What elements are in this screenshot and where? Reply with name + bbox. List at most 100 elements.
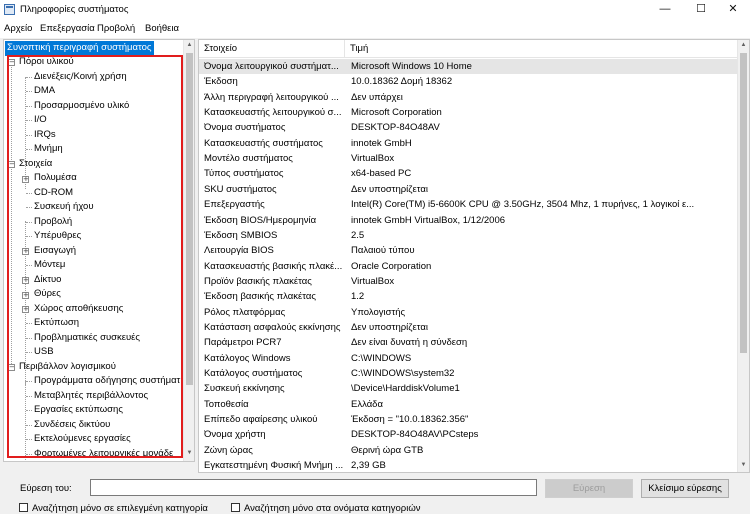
- tree-item-software-environment[interactable]: Περιβάλλον λογισμικού: [19, 360, 116, 375]
- expand-icon[interactable]: +: [22, 176, 29, 183]
- minimize-button[interactable]: —: [648, 0, 682, 20]
- tree-item-hardware-resources[interactable]: Πόροι υλικού: [19, 55, 74, 70]
- table-row[interactable]: Κατάλογος Windows C:\WINDOWS: [199, 351, 739, 366]
- column-header-item[interactable]: Στοιχείο: [199, 40, 345, 57]
- tree-item-components[interactable]: Στοιχεία: [19, 157, 52, 172]
- tree-scrollbar[interactable]: ▲ ▼: [183, 40, 194, 461]
- table-row[interactable]: SKU συστήματος Δεν υποστηρίζεται: [199, 182, 739, 197]
- table-row[interactable]: Τοποθεσία Ελλάδα: [199, 397, 739, 412]
- tree-item-io[interactable]: I/O: [34, 113, 47, 128]
- tree-item-running-tasks[interactable]: Εκτελούμενες εργασίες: [34, 432, 131, 447]
- table-row[interactable]: Κατασκευαστής συστήματος innotek GmbH: [199, 136, 739, 151]
- table-row[interactable]: Κατασκευαστής βασικής πλακέ... Oracle Cor…: [199, 259, 739, 274]
- table-row[interactable]: Έκδοση SMBIOS 2.5: [199, 228, 739, 243]
- tree-item-loaded-modules[interactable]: Φορτωμένες λειτουργικές μονάδε: [34, 447, 173, 461]
- tree-item-input[interactable]: Εισαγωγή: [34, 244, 76, 259]
- tree-item-infrared[interactable]: Υπέρυθρες: [34, 229, 81, 244]
- expand-icon[interactable]: +: [22, 248, 29, 255]
- find-button[interactable]: Εύρεση: [545, 479, 633, 498]
- expand-icon[interactable]: +: [22, 306, 29, 313]
- menu-file[interactable]: Αρχείο: [4, 23, 32, 34]
- table-cell-item: Όνομα χρήστη: [204, 429, 266, 441]
- table-row[interactable]: Κατάλογος συστήματος C:\WINDOWS\system32: [199, 366, 739, 381]
- checkbox-icon[interactable]: [19, 503, 28, 512]
- tree-item-ports[interactable]: Θύρες: [34, 287, 61, 302]
- table-row[interactable]: Παράμετροι PCR7 Δεν είναι δυνατή η σύνδεσ…: [199, 335, 739, 350]
- table-row[interactable]: Εγκατεστημένη Φυσική Μνήμη ... 2,39 GB: [199, 458, 739, 472]
- collapse-icon[interactable]: −: [8, 364, 15, 371]
- tree-item-forced-hardware[interactable]: Προσαρμοσμένο υλικό: [34, 99, 129, 114]
- table-row[interactable]: Έκδοση βασικής πλακέτας 1.2: [199, 289, 739, 304]
- scrollbar-thumb[interactable]: [740, 53, 747, 353]
- table-cell-item: Τύπος συστήματος: [204, 168, 284, 180]
- checkbox-icon[interactable]: [231, 503, 240, 512]
- details-scrollbar[interactable]: ▲ ▼: [737, 40, 749, 472]
- table-row[interactable]: Λειτουργία BIOS Παλαιού τύπου: [199, 243, 739, 258]
- table-row[interactable]: Επίπεδο αφαίρεσης υλικού Έκδοση = "10.0.1…: [199, 412, 739, 427]
- table-row[interactable]: Ζώνη ώρας Θερινή ώρα GTB: [199, 443, 739, 458]
- tree-item-sound-device[interactable]: Συσκευή ήχου: [34, 200, 94, 215]
- tree-item-dma[interactable]: DMA: [34, 84, 55, 99]
- menu-help[interactable]: Βοήθεια: [145, 23, 179, 34]
- search-selected-category-checkbox[interactable]: Αναζήτηση μόνο σε επιλεγμένη κατηγορία: [19, 503, 208, 514]
- table-row[interactable]: Συσκευή εκκίνησης \Device\HarddiskVolume1: [199, 381, 739, 396]
- table-row[interactable]: Έκδοση BIOS/Ημερομηνία innotek GmbH Virtu…: [199, 213, 739, 228]
- tree-item-system-summary[interactable]: Συνοπτική περιγραφή συστήματος: [5, 41, 154, 56]
- table-cell-item: Κατάσταση ασφαλούς εκκίνησης: [204, 321, 341, 333]
- tree-item-memory[interactable]: Μνήμη: [34, 142, 63, 157]
- close-find-button[interactable]: Κλείσιμο εύρεσης: [641, 479, 729, 498]
- table-cell-value: \Device\HarddiskVolume1: [351, 383, 460, 395]
- find-input[interactable]: [90, 479, 537, 496]
- table-row[interactable]: Ρόλος πλατφόρμας Υπολογιστής: [199, 305, 739, 320]
- menu-view[interactable]: Προβολή: [97, 23, 135, 34]
- close-button[interactable]: ✕: [716, 0, 750, 20]
- table-row[interactable]: Όνομα συστήματος DESKTOP-84O48AV: [199, 120, 739, 135]
- scroll-down-arrow-icon[interactable]: ▼: [738, 460, 749, 471]
- table-cell-value: 1.2: [351, 291, 365, 303]
- table-row[interactable]: Κατάσταση ασφαλούς εκκίνησης Δεν υποστηρί…: [199, 320, 739, 335]
- category-tree[interactable]: Συνοπτική περιγραφή συστήματος − Πόροι υ…: [3, 39, 195, 462]
- table-cell-item: Κατασκευαστής βασικής πλακέ...: [204, 260, 343, 272]
- collapse-icon[interactable]: −: [8, 161, 15, 168]
- expand-icon[interactable]: +: [22, 292, 29, 299]
- table-row[interactable]: Έκδοση 10.0.18362 Δομή 18362: [199, 74, 739, 89]
- table-row[interactable]: Προϊόν βασικής πλακέτας VirtualBox: [199, 274, 739, 289]
- tree-item-network[interactable]: Δίκτυο: [34, 273, 61, 288]
- tree-item-print-jobs[interactable]: Εργασίες εκτύπωσης: [34, 403, 123, 418]
- table-cell-value: DESKTOP-84O48AV: [351, 122, 440, 134]
- scroll-up-arrow-icon[interactable]: ▲: [184, 40, 194, 51]
- search-category-names-checkbox[interactable]: Αναζήτηση μόνο στα ονόματα κατηγοριών: [231, 503, 420, 514]
- tree-item-conflicts[interactable]: Διενέξεις/Κοινή χρήση: [34, 70, 127, 85]
- tree-item-printing[interactable]: Εκτύπωση: [34, 316, 79, 331]
- tree-item-usb[interactable]: USB: [34, 345, 54, 360]
- tree-item-modem[interactable]: Μόντεμ: [34, 258, 65, 273]
- tree-item-storage[interactable]: Χώρος αποθήκευσης: [34, 302, 123, 317]
- table-cell-value: 2.5: [351, 229, 365, 241]
- scroll-up-arrow-icon[interactable]: ▲: [738, 40, 749, 51]
- table-row[interactable]: Άλλη περιγραφή λειτουργικού ... Δεν υπάρχ…: [199, 90, 739, 105]
- tree-item-environment-variables[interactable]: Μεταβλητές περιβάλλοντος: [34, 389, 148, 404]
- tree-item-network-connections[interactable]: Συνδέσεις δικτύου: [34, 418, 110, 433]
- details-table[interactable]: Στοιχείο Τιμή Όνομα λειτουργικού συστήμα…: [198, 39, 750, 473]
- table-row[interactable]: Επεξεργαστής Intel(R) Core(TM) i5-6600K C…: [199, 197, 739, 212]
- tree-item-problem-devices[interactable]: Προβληματικές συσκευές: [34, 331, 140, 346]
- scrollbar-thumb[interactable]: [186, 53, 193, 385]
- tree-item-display[interactable]: Προβολή: [34, 215, 72, 230]
- table-row[interactable]: Όνομα λειτουργικού συστήματ... Microsoft …: [199, 59, 739, 75]
- table-cell-item: Λειτουργία BIOS: [204, 245, 274, 257]
- maximize-button[interactable]: ☐: [684, 0, 718, 20]
- column-header-value[interactable]: Τιμή: [345, 40, 739, 57]
- scroll-down-arrow-icon[interactable]: ▼: [184, 448, 194, 459]
- expand-icon[interactable]: +: [22, 277, 29, 284]
- table-row[interactable]: Όνομα χρήστη DESKTOP-84O48AV\PCsteps: [199, 427, 739, 442]
- table-cell-value: Έκδοση = "10.0.18362.356": [351, 414, 469, 426]
- menu-edit[interactable]: Επεξεργασία: [40, 23, 95, 34]
- tree-item-system-drivers[interactable]: Προγράμματα οδήγησης συστήματ: [34, 374, 180, 389]
- tree-item-cdrom[interactable]: CD-ROM: [34, 186, 73, 201]
- tree-item-multimedia[interactable]: Πολυμέσα: [34, 171, 77, 186]
- table-row[interactable]: Κατασκευαστής λειτουργικού σ... Microsoft…: [199, 105, 739, 120]
- collapse-icon[interactable]: −: [8, 59, 15, 66]
- table-row[interactable]: Μοντέλο συστήματος VirtualBox: [199, 151, 739, 166]
- tree-item-irqs[interactable]: IRQs: [34, 128, 56, 143]
- table-row[interactable]: Τύπος συστήματος x64-based PC: [199, 166, 739, 181]
